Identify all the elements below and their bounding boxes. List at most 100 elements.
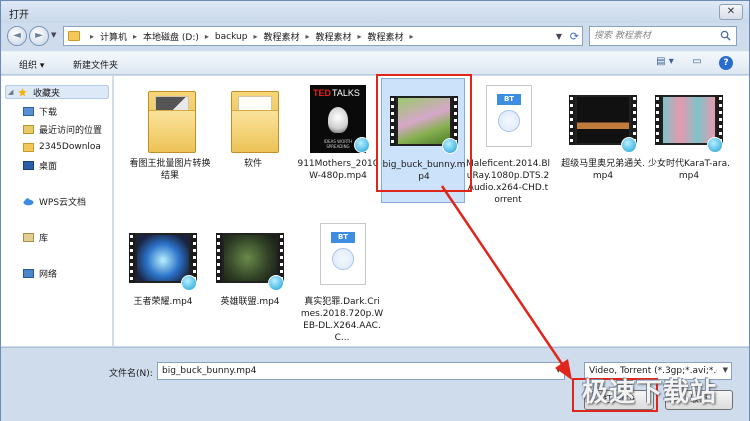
- sidebar-item-label: 下载: [39, 107, 58, 118]
- file-item-torrent[interactable]: BT 真实犯罪.Dark.Crimes.2018.720p.WEB-DL.X26…: [300, 216, 384, 343]
- video-thumbnail: [216, 221, 284, 293]
- help-icon[interactable]: ?: [719, 56, 733, 70]
- close-button[interactable]: ✕: [719, 4, 743, 20]
- chevron-down-icon[interactable]: ▼: [723, 366, 728, 374]
- sidebar-item-recent-places[interactable]: 最近访问的位置: [23, 122, 102, 136]
- sidebar-item-favorites[interactable]: ◢ 收藏夹: [5, 85, 109, 99]
- globe-icon: [498, 110, 520, 132]
- navigation-pane: ◢ 收藏夹 下载 最近访问的位置 2345Downloa 桌面 WPS云文档 库: [1, 76, 113, 346]
- file-name: 看图王批量图片转换结果: [129, 159, 211, 181]
- filmstrip-icon: [655, 95, 723, 153]
- video-thumbnail: TED TALKS IDEAS WORTH SPREADING: [304, 83, 372, 155]
- recent-pages-dropdown-icon[interactable]: ▼: [51, 31, 56, 39]
- back-button[interactable]: ◄: [7, 26, 27, 46]
- file-name: 软件: [243, 159, 262, 169]
- chevron-down-icon[interactable]: ▼: [556, 366, 561, 374]
- network-icon: [23, 268, 34, 278]
- star-icon: [18, 87, 27, 97]
- breadcrumb-item[interactable]: 教程素材: [316, 30, 352, 43]
- address-dropdown-icon[interactable]: ▼: [556, 32, 562, 41]
- breadcrumb-separator-icon[interactable]: ▸: [133, 32, 137, 41]
- lightbulb-icon: [328, 107, 348, 133]
- change-view-button[interactable]: ▤ ▾: [651, 56, 679, 70]
- filename-field[interactable]: big_buck_bunny.mp4 ▼: [157, 362, 565, 380]
- new-folder-button[interactable]: 新建文件夹: [73, 58, 118, 71]
- media-player-badge-icon: [707, 137, 723, 153]
- sidebar-item-wps-cloud[interactable]: WPS云文档: [23, 194, 86, 208]
- breadcrumb-separator-icon[interactable]: ▸: [358, 32, 362, 41]
- breadcrumb-item[interactable]: backup: [215, 32, 248, 42]
- breadcrumb-separator-icon[interactable]: ▸: [410, 32, 414, 41]
- breadcrumb-separator-icon: ▸: [90, 32, 95, 41]
- breadcrumb-separator-icon[interactable]: ▸: [205, 32, 209, 41]
- expand-arrow-icon[interactable]: ◢: [8, 88, 14, 96]
- forward-button[interactable]: ►: [29, 26, 49, 46]
- open-file-dialog: 打开 ✕ ◄ ► ▼ ▸ 计算机 ▸ 本地磁盘 (D:) ▸ backup ▸ …: [0, 0, 750, 421]
- file-item-folder[interactable]: 看图王批量图片转换结果: [128, 78, 212, 203]
- breadcrumb-item[interactable]: 教程素材: [263, 30, 299, 43]
- selected-file-highlight: [376, 74, 472, 192]
- sidebar-item-label: 桌面: [39, 161, 58, 172]
- search-icon[interactable]: [720, 30, 731, 41]
- watermark-logo: 极速下载站: [582, 378, 718, 408]
- file-name: 少女时代KaraT-ara.mp4: [648, 159, 730, 181]
- organize-menu[interactable]: 组织 ▾: [19, 58, 44, 71]
- file-item-torrent[interactable]: BT Maleficent.2014.BluRay.1080p.DTS.2Aud…: [466, 78, 551, 205]
- file-item-video[interactable]: 少女时代KaraT-ara.mp4: [647, 78, 731, 203]
- file-name: 911Mothers_2010W-480p.mp4: [297, 159, 379, 181]
- filename-label: 文件名(N):: [109, 369, 153, 379]
- media-player-badge-icon: [621, 137, 637, 153]
- search-box[interactable]: [589, 26, 737, 46]
- sidebar-item-network[interactable]: 网络: [23, 266, 57, 280]
- globe-icon: [332, 248, 354, 270]
- torrent-file-icon: BT: [320, 223, 366, 285]
- breadcrumb-separator-icon[interactable]: ▸: [305, 32, 309, 41]
- sidebar-item-label: 2345Downloa: [39, 142, 101, 152]
- folder-thumbnail: [219, 83, 287, 155]
- folder-thumbnail: [136, 83, 204, 155]
- file-name: 超级马里奥兄弟通关.mp4: [561, 159, 645, 181]
- breadcrumb-item[interactable]: 计算机: [100, 30, 127, 43]
- file-name: 王者荣耀.mp4: [133, 297, 193, 307]
- sidebar-item-2345downloads[interactable]: 2345Downloa: [23, 140, 101, 154]
- folder-icon: [68, 31, 80, 41]
- file-name: Maleficent.2014.BluRay.1080p.DTS.2Audio.…: [466, 159, 551, 205]
- file-item-folder[interactable]: 软件: [211, 78, 295, 203]
- sidebar-item-label: 收藏夹: [33, 88, 61, 99]
- title-bar: 打开 ✕: [1, 1, 749, 23]
- breadcrumb-item[interactable]: 教程素材: [368, 30, 404, 43]
- filmstrip-icon: [216, 233, 284, 291]
- search-input[interactable]: [594, 29, 716, 43]
- talks-logo-text: TALKS: [332, 88, 360, 98]
- filmstrip-icon: [569, 95, 637, 153]
- filmstrip-icon: [129, 233, 197, 291]
- file-name: 真实犯罪.Dark.Crimes.2018.720p.WEB-DL.X264.A…: [300, 297, 384, 343]
- recent-places-icon: [23, 124, 34, 134]
- sidebar-item-libraries[interactable]: 库: [23, 230, 48, 244]
- sidebar-item-downloads[interactable]: 下载: [23, 104, 57, 118]
- cloud-icon: [23, 197, 34, 205]
- sidebar-item-label: 最近访问的位置: [39, 125, 103, 136]
- folder-icon: [23, 142, 34, 152]
- preview-pane-button[interactable]: ▭: [689, 56, 705, 70]
- sidebar-item-desktop[interactable]: 桌面: [23, 158, 57, 172]
- file-item-video[interactable]: 超级马里奥兄弟通关.mp4: [561, 78, 645, 203]
- sidebar-item-label: 网络: [39, 269, 58, 280]
- file-item-video[interactable]: 王者荣耀.mp4: [121, 216, 205, 341]
- bt-badge: BT: [497, 94, 521, 105]
- command-toolbar: 组织 ▾ 新建文件夹 ▤ ▾ ▭ ?: [1, 51, 749, 75]
- filename-value[interactable]: big_buck_bunny.mp4: [162, 366, 256, 376]
- navigation-bar: ◄ ► ▼ ▸ 计算机 ▸ 本地磁盘 (D:) ▸ backup ▸ 教程素材 …: [1, 23, 749, 49]
- file-item-video[interactable]: 英雄联盟.mp4: [208, 216, 292, 341]
- video-thumbnail: [569, 83, 637, 155]
- desktop-icon: [23, 160, 34, 170]
- media-player-badge-icon: [268, 275, 284, 291]
- address-bar[interactable]: ▸ 计算机 ▸ 本地磁盘 (D:) ▸ backup ▸ 教程素材 ▸ 教程素材…: [63, 26, 583, 46]
- bt-badge: BT: [331, 232, 355, 243]
- refresh-icon[interactable]: ⟳: [570, 30, 579, 43]
- breadcrumb-item[interactable]: 本地磁盘 (D:): [143, 30, 199, 43]
- torrent-thumbnail: BT: [474, 83, 542, 155]
- breadcrumb-separator-icon[interactable]: ▸: [253, 32, 257, 41]
- file-item-video[interactable]: TED TALKS IDEAS WORTH SPREADING 911Mothe…: [296, 78, 380, 203]
- video-thumbnail: [655, 83, 723, 155]
